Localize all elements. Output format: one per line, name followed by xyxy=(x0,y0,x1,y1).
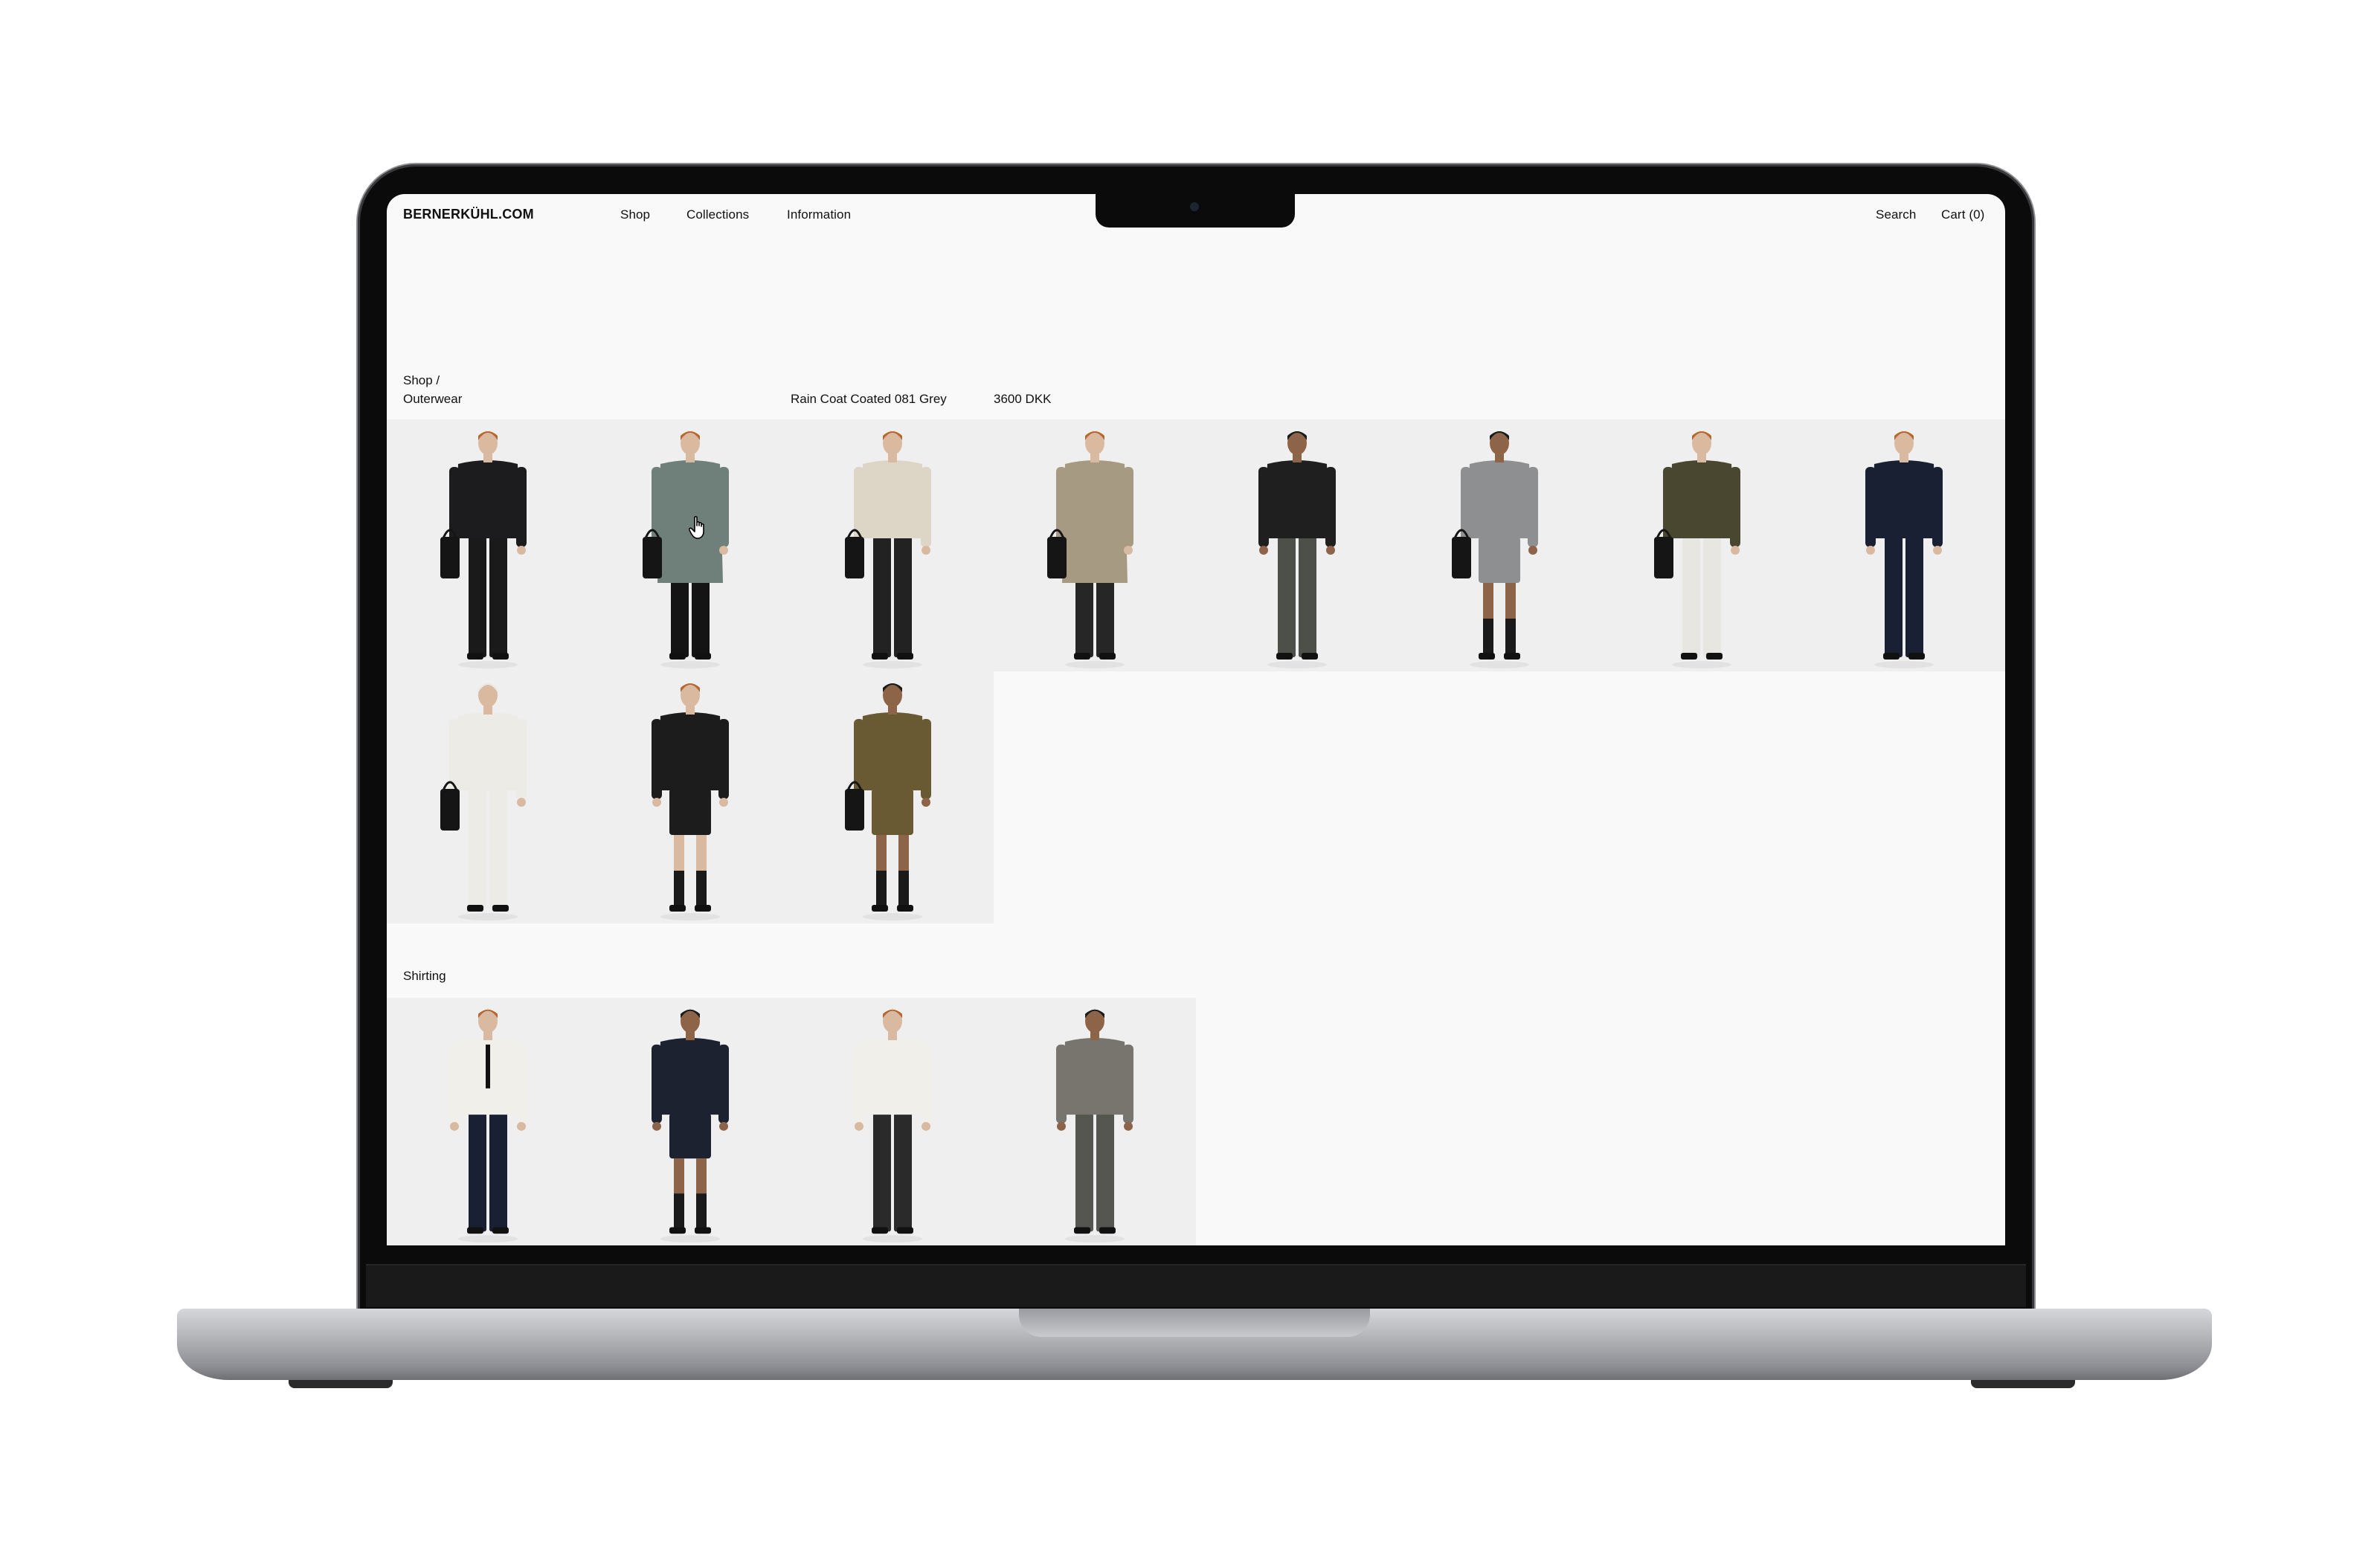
outerwear-product-card[interactable] xyxy=(387,671,589,923)
browser-viewport: BERNERKÜHL.COM Shop Collections Informat… xyxy=(387,194,2005,1245)
product-image xyxy=(652,683,729,920)
product-image xyxy=(1452,431,1538,668)
outerwear-grid-row-1 xyxy=(387,419,2005,671)
pointer-hand-icon xyxy=(689,516,704,539)
product-image xyxy=(449,1009,527,1243)
product-image xyxy=(652,1009,729,1243)
shirting-product-card[interactable] xyxy=(589,998,791,1245)
laptop-foot-left xyxy=(289,1380,393,1388)
outerwear-product-card[interactable] xyxy=(1601,419,1803,671)
breadcrumb-shop[interactable]: Shop / xyxy=(403,373,440,388)
nav-shop-link[interactable]: Shop xyxy=(620,207,650,222)
outerwear-product-card[interactable] xyxy=(589,419,791,671)
product-image xyxy=(440,431,527,668)
outerwear-product-card[interactable] xyxy=(1803,419,2005,671)
search-link[interactable]: Search xyxy=(1876,207,1916,222)
breadcrumb-outerwear: Outerwear xyxy=(403,392,463,406)
product-image xyxy=(1865,431,1943,668)
shirting-product-card[interactable] xyxy=(387,998,589,1245)
site-logo[interactable]: BERNERKÜHL.COM xyxy=(403,207,534,222)
nav-collections-link[interactable]: Collections xyxy=(686,207,749,222)
product-image xyxy=(845,431,931,668)
camera-icon xyxy=(1190,202,1199,211)
product-image xyxy=(1258,431,1336,668)
outerwear-grid-row-2 xyxy=(387,671,994,923)
outerwear-product-card[interactable] xyxy=(994,419,1196,671)
product-image xyxy=(1056,1009,1133,1243)
shirting-grid xyxy=(387,998,1196,1245)
section-title-shirting: Shirting xyxy=(403,969,446,983)
outerwear-product-card[interactable] xyxy=(791,419,994,671)
hover-product-name: Rain Coat Coated 081 Grey xyxy=(791,392,947,406)
laptop-opening-notch xyxy=(1019,1309,1370,1337)
cart-link[interactable]: Cart (0) xyxy=(1941,207,1984,222)
outerwear-product-card[interactable] xyxy=(589,671,791,923)
outerwear-product-card[interactable] xyxy=(1398,419,1601,671)
shirting-product-card[interactable] xyxy=(791,998,994,1245)
product-image xyxy=(1047,431,1133,668)
product-image xyxy=(440,683,527,920)
outerwear-product-card[interactable] xyxy=(791,671,994,923)
product-image xyxy=(643,431,729,668)
outerwear-product-card[interactable] xyxy=(387,419,589,671)
laptop-foot-right xyxy=(1971,1380,2075,1388)
product-image xyxy=(1654,431,1740,668)
hover-product-price: 3600 DKK xyxy=(994,392,1052,406)
nav-information-link[interactable]: Information xyxy=(787,207,851,222)
camera-notch xyxy=(1096,193,1295,228)
outerwear-product-card[interactable] xyxy=(1196,419,1398,671)
product-image xyxy=(845,683,931,920)
product-image xyxy=(854,1009,931,1243)
shirting-product-card[interactable] xyxy=(994,998,1196,1245)
laptop-chin xyxy=(366,1264,2026,1307)
